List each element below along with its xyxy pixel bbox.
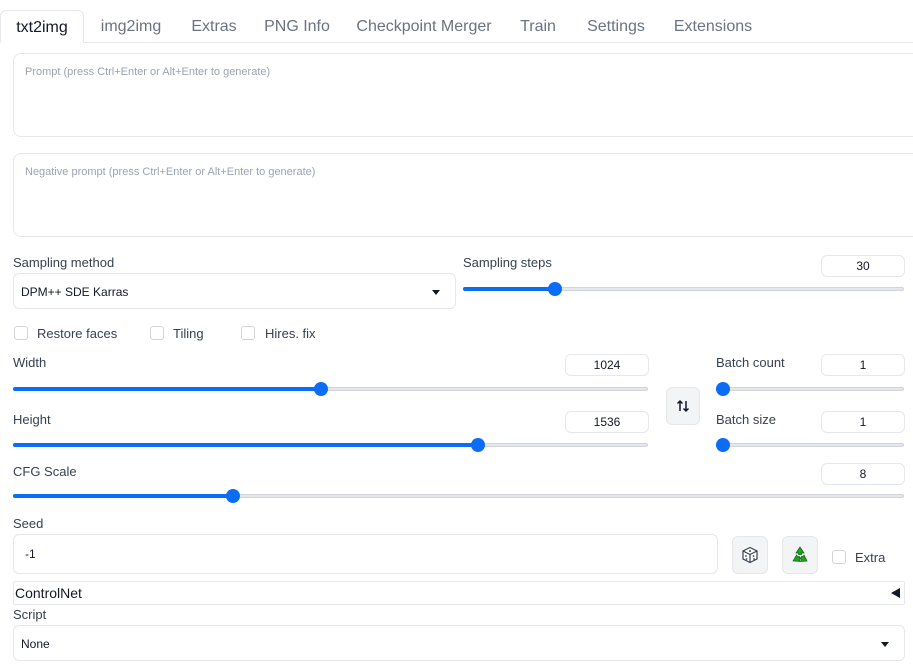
sampling-steps-input[interactable]: 30: [821, 255, 905, 277]
slider-thumb[interactable]: [548, 282, 563, 296]
slider-track: [716, 387, 904, 391]
cfg-scale-input[interactable]: 8: [821, 463, 905, 485]
negative-prompt-placeholder: Negative prompt (press Ctrl+Enter or Alt…: [25, 166, 316, 178]
chevron-down-icon: [432, 290, 440, 295]
sampling-steps-label: Sampling steps: [463, 255, 552, 270]
batch-size-slider[interactable]: [716, 438, 904, 452]
slider-fill: [13, 443, 478, 447]
dice-icon: [742, 546, 758, 564]
tab-checkpoint-merger[interactable]: Checkpoint Merger: [346, 10, 502, 43]
seed-label: Seed: [13, 516, 44, 531]
slider-track: [716, 443, 904, 447]
slider-fill: [13, 494, 234, 498]
controlnet-label: ControlNet: [15, 585, 82, 601]
cfg-scale-label: CFG Scale: [13, 464, 77, 479]
reuse-seed-button[interactable]: [782, 536, 818, 574]
tab-settings[interactable]: Settings: [574, 10, 658, 43]
hires-fix-checkbox[interactable]: [241, 326, 255, 340]
swap-arrows-icon: [676, 399, 690, 413]
slider-thumb[interactable]: [716, 382, 730, 396]
batch-count-label: Batch count: [716, 355, 785, 370]
batch-size-input[interactable]: 1: [821, 411, 905, 433]
negative-prompt-textarea[interactable]: Negative prompt (press Ctrl+Enter or Alt…: [13, 153, 913, 237]
script-select[interactable]: None: [13, 625, 905, 661]
chevron-down-icon: [881, 642, 889, 647]
swap-dimensions-button[interactable]: [666, 387, 700, 425]
batch-count-input[interactable]: 1: [821, 354, 905, 376]
width-slider[interactable]: [13, 382, 648, 396]
triangle-left-icon: [891, 588, 900, 598]
batch-count-slider[interactable]: [716, 382, 904, 396]
script-label: Script: [13, 607, 47, 622]
tab-extensions[interactable]: Extensions: [664, 10, 762, 43]
height-slider[interactable]: [13, 438, 648, 452]
prompt-textarea[interactable]: Prompt (press Ctrl+Enter or Alt+Enter to…: [13, 53, 913, 137]
sampling-method-value: DPM++ SDE Karras: [21, 285, 129, 299]
tiling-label: Tiling: [173, 326, 204, 341]
extra-seed-checkbox[interactable]: [832, 550, 846, 564]
prompt-placeholder: Prompt (press Ctrl+Enter or Alt+Enter to…: [25, 66, 271, 78]
random-seed-button[interactable]: [732, 536, 768, 574]
seed-value: -1: [25, 547, 36, 561]
slider-thumb[interactable]: [470, 438, 485, 452]
slider-fill: [13, 387, 321, 391]
controlnet-accordion[interactable]: ControlNet: [13, 581, 905, 605]
width-input[interactable]: 1024: [565, 354, 649, 376]
extra-seed-label: Extra: [855, 550, 886, 565]
hires-fix-label: Hires. fix: [265, 326, 316, 341]
sampling-steps-slider[interactable]: [463, 282, 904, 296]
tab-txt2img[interactable]: txt2img: [0, 10, 84, 43]
height-label: Height: [13, 412, 51, 427]
tab-divider: [0, 42, 913, 43]
seed-input[interactable]: -1: [13, 534, 718, 574]
tab-img2img[interactable]: img2img: [88, 10, 174, 43]
sampling-method-label: Sampling method: [13, 255, 115, 270]
tab-png-info[interactable]: PNG Info: [254, 10, 340, 43]
tiling-checkbox[interactable]: [150, 326, 164, 340]
width-label: Width: [13, 355, 47, 370]
script-value: None: [21, 637, 50, 651]
restore-faces-checkbox[interactable]: [14, 326, 28, 340]
height-input[interactable]: 1536: [565, 411, 649, 433]
cfg-scale-slider[interactable]: [13, 489, 904, 503]
sampling-method-select[interactable]: DPM++ SDE Karras: [13, 273, 456, 309]
restore-faces-label: Restore faces: [37, 326, 118, 341]
tab-extras[interactable]: Extras: [180, 10, 248, 43]
batch-size-label: Batch size: [716, 412, 776, 427]
slider-thumb[interactable]: [226, 489, 241, 503]
slider-thumb[interactable]: [313, 382, 328, 396]
slider-fill: [463, 287, 556, 291]
recycle-icon: [792, 546, 808, 562]
tab-train[interactable]: Train: [508, 10, 568, 43]
slider-thumb[interactable]: [716, 438, 730, 452]
tab-bar: txt2img img2img Extras PNG Info Checkpoi…: [0, 10, 913, 43]
